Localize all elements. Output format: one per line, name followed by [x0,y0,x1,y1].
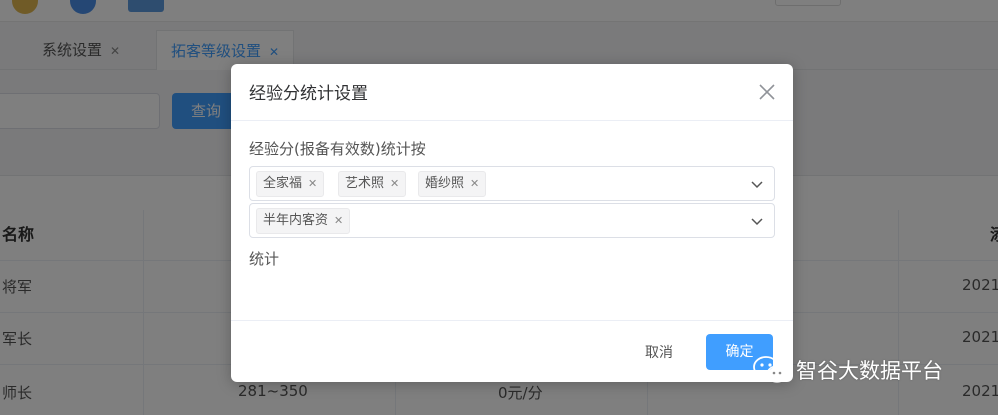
dialog-header: 经验分统计设置 [231,64,793,121]
tag-chip: 半年内客资 ✕ [256,208,351,234]
tag-close-icon[interactable]: ✕ [334,214,343,227]
field-label: 经验分(报备有效数)统计按 [249,140,426,158]
chevron-down-icon[interactable] [750,214,764,228]
watermark: 智谷大数据平台 [752,352,943,388]
chevron-down-icon[interactable] [750,177,764,191]
tag-close-icon[interactable]: ✕ [470,177,479,190]
dialog-footer-divider [231,320,793,321]
watermark-text: 智谷大数据平台 [796,359,943,383]
tag-chip: 婚纱照 ✕ [418,171,487,197]
tag-label: 半年内客资 [263,213,329,228]
tag-close-icon[interactable]: ✕ [390,177,399,190]
tag-chip: 艺术照 ✕ [338,171,407,197]
wechat-icon [753,356,788,383]
dialog-title: 经验分统计设置 [249,84,368,104]
tag-chip: 全家福 ✕ [256,171,325,197]
category-multiselect[interactable]: 全家福 ✕ 艺术照 ✕ 婚纱照 ✕ [249,166,775,201]
cancel-button[interactable]: 取消 [629,336,689,370]
tag-label: 婚纱照 [425,176,465,191]
close-icon[interactable] [755,80,779,104]
stat-label: 统计 [249,250,280,268]
tag-label: 艺术照 [345,176,385,191]
tag-close-icon[interactable]: ✕ [308,177,317,190]
tag-label: 全家福 [263,176,303,191]
period-multiselect[interactable]: 半年内客资 ✕ [249,203,775,238]
stat-settings-dialog: 经验分统计设置 经验分(报备有效数)统计按 全家福 ✕ 艺术照 ✕ 婚纱照 ✕ 半年内… [231,64,793,382]
